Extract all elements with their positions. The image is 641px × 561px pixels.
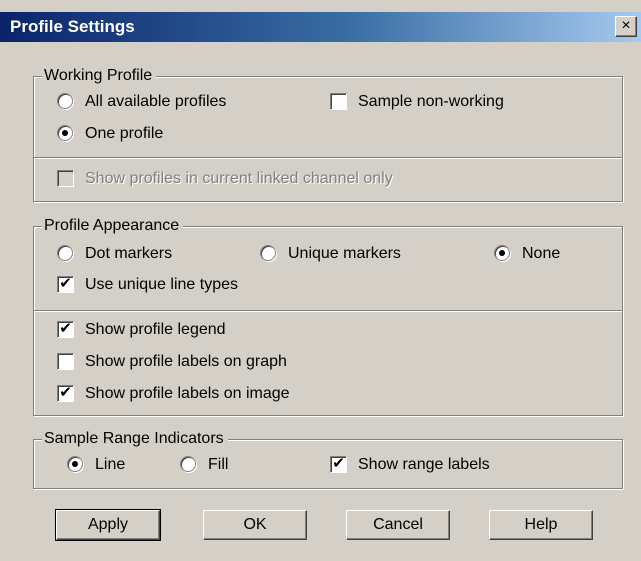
one-profile-label: One profile — [85, 125, 164, 142]
apply-button[interactable]: Apply — [55, 509, 161, 541]
checkbox-icon — [330, 93, 347, 110]
radio-icon — [180, 456, 196, 472]
checkbox-icon: ✔ — [330, 456, 347, 473]
help-button-label: Help — [524, 516, 558, 533]
profile-appearance-group: Profile Appearance Dot markers Unique ma… — [33, 216, 623, 416]
working-profile-group: Working Profile All available profiles S… — [33, 66, 623, 202]
unique-markers-label: Unique markers — [288, 245, 401, 262]
profile-appearance-legend: Profile Appearance — [42, 216, 184, 236]
all-profiles-label: All available profiles — [85, 93, 227, 110]
none-label: None — [522, 245, 561, 262]
sample-range-group: Sample Range Indicators Line Fill ✔ Show… — [33, 429, 623, 489]
fill-label: Fill — [208, 456, 229, 473]
ok-button-label: OK — [243, 516, 267, 533]
sample-non-working-label: Sample non-working — [358, 93, 504, 110]
group-divider — [34, 310, 622, 312]
radio-icon — [494, 245, 510, 261]
checkbox-icon — [57, 353, 74, 370]
apply-button-label: Apply — [87, 516, 129, 533]
radio-icon — [57, 125, 73, 141]
working-profile-legend: Working Profile — [42, 66, 157, 86]
title-bar: Profile Settings × — [0, 12, 641, 42]
window-title: Profile Settings — [10, 17, 135, 36]
range-labels-label: Show range labels — [358, 456, 490, 473]
checkbox-icon — [57, 170, 74, 187]
labels-on-image-label: Show profile labels on image — [85, 385, 290, 402]
radio-icon — [57, 245, 73, 261]
dot-markers-label: Dot markers — [85, 245, 173, 262]
ok-button[interactable]: OK — [203, 510, 307, 540]
radio-icon — [57, 93, 73, 109]
checkbox-icon: ✔ — [57, 321, 74, 338]
line-label: Line — [95, 456, 126, 473]
checkbox-icon: ✔ — [57, 385, 74, 402]
unique-line-types-label: Use unique line types — [85, 276, 238, 293]
show-legend-label: Show profile legend — [85, 321, 226, 338]
close-button[interactable]: × — [615, 16, 637, 37]
sample-range-legend: Sample Range Indicators — [42, 429, 228, 449]
cancel-button-label: Cancel — [373, 516, 423, 533]
radio-icon — [260, 245, 276, 261]
radio-icon — [67, 456, 83, 472]
linked-channel-label: Show profiles in current linked channel … — [85, 170, 393, 187]
cancel-button[interactable]: Cancel — [346, 510, 450, 540]
checkbox-icon: ✔ — [57, 276, 74, 293]
labels-on-graph-label: Show profile labels on graph — [85, 353, 287, 370]
close-icon: × — [621, 17, 631, 34]
group-divider — [34, 157, 622, 159]
help-button[interactable]: Help — [489, 510, 593, 540]
